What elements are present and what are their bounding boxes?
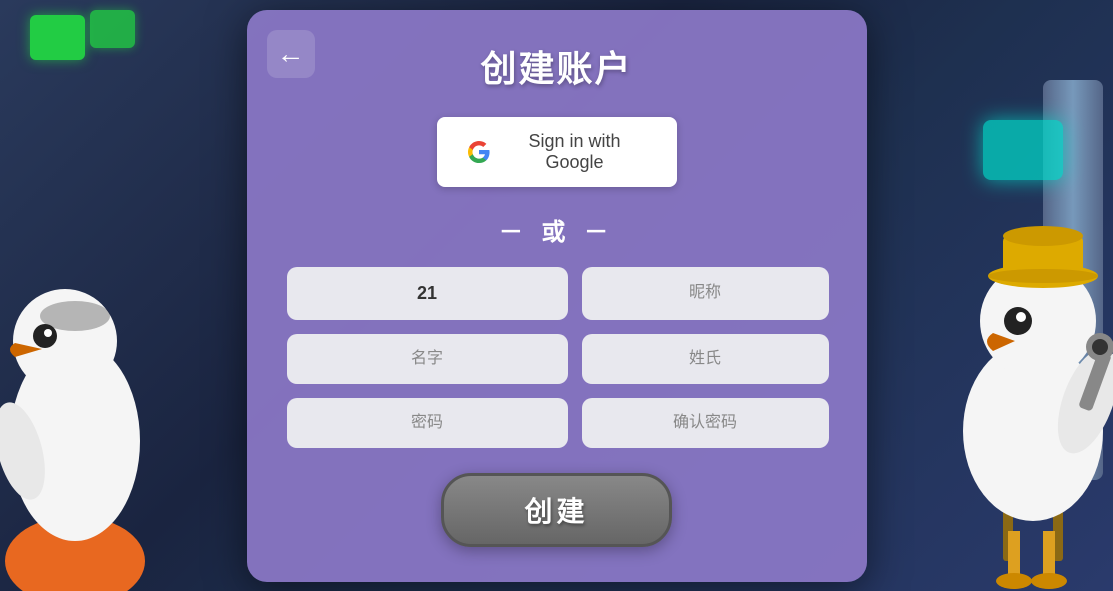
back-button[interactable]: ← [267,30,315,78]
create-account-dialog: ← 创建账户 Sign in with Google － 或 － 创建 [247,10,867,582]
username-field[interactable] [287,267,568,320]
firstname-field[interactable] [287,334,568,384]
google-signin-button[interactable]: Sign in with Google [437,117,677,187]
nickname-field[interactable] [582,267,829,320]
lastname-field[interactable] [582,334,829,384]
password-field[interactable] [287,398,568,448]
or-divider: － 或 － [499,212,614,247]
dialog-title: 创建账户 [480,40,632,92]
dialog-overlay: ← 创建账户 Sign in with Google － 或 － 创建 [0,0,1113,591]
back-arrow-icon: ← [277,40,305,68]
form-fields [287,267,827,448]
confirm-password-field[interactable] [582,398,829,448]
google-icon [467,140,491,164]
google-button-label: Sign in with Google [503,131,647,173]
create-button[interactable]: 创建 [441,473,671,547]
